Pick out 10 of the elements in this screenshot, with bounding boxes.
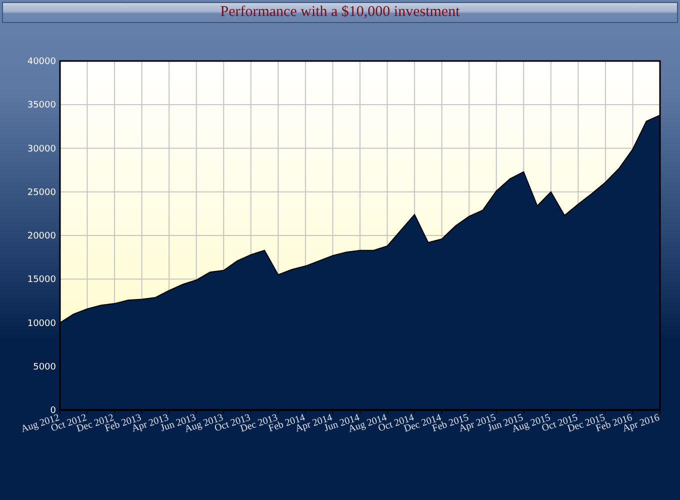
y-tick-label: 15000 (27, 275, 56, 286)
y-tick-label: 0 (50, 406, 56, 416)
y-tick-label: 35000 (27, 100, 56, 111)
y-tick-label: 25000 (27, 188, 56, 198)
y-tick-label: 20000 (27, 232, 56, 242)
y-tick-label: 40000 (27, 57, 56, 67)
y-tick-label: 30000 (27, 144, 56, 154)
y-tick-label: 10000 (27, 318, 56, 329)
chart-title: Performance with a $10,000 investment (220, 5, 460, 20)
y-tick-label: 5000 (33, 362, 56, 372)
